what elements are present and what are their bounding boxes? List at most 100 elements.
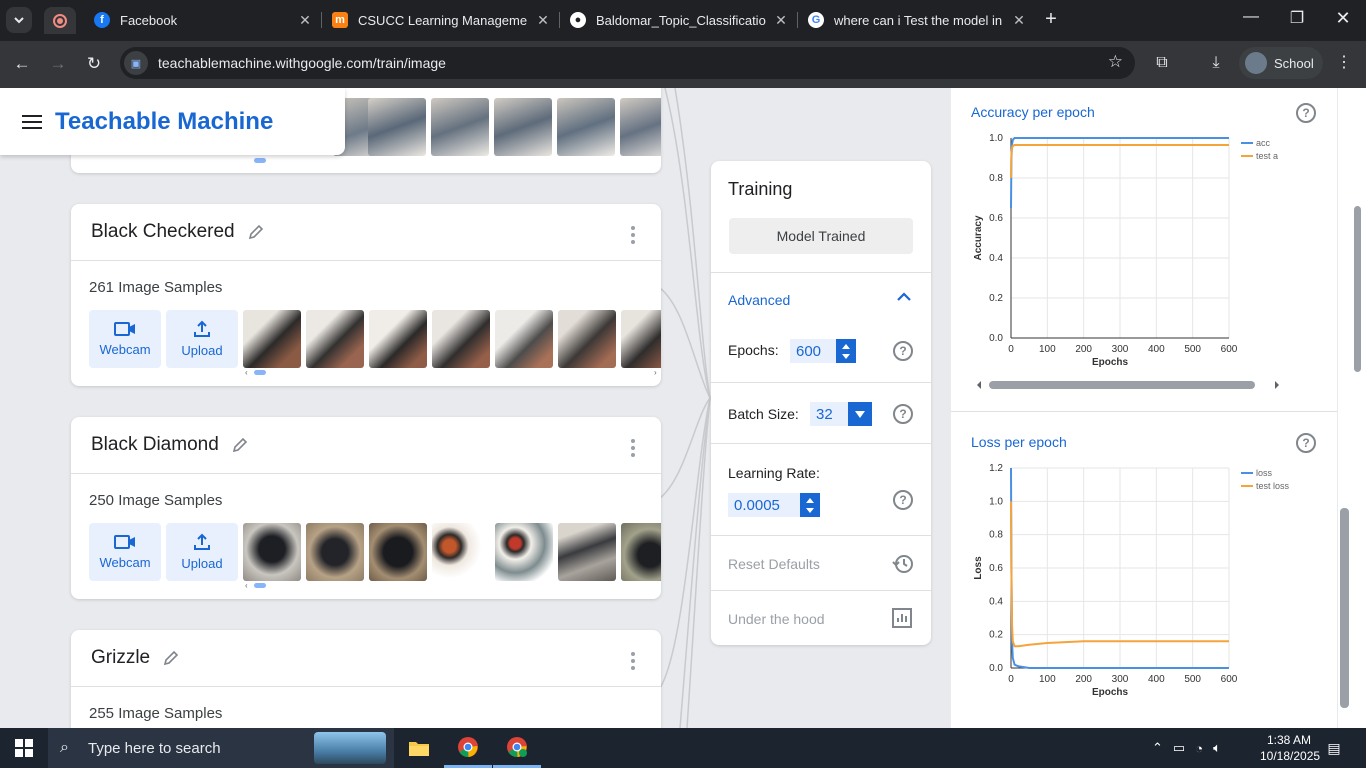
dropdown-arrow-icon[interactable] bbox=[848, 402, 872, 426]
page-scroll-thumb[interactable] bbox=[1340, 508, 1349, 708]
class-name[interactable]: Grizzle bbox=[91, 647, 150, 669]
clock[interactable]: 1:38 AM 10/18/2025 bbox=[1260, 732, 1320, 764]
profile-button[interactable]: School bbox=[1239, 47, 1323, 79]
sample-thumbnail[interactable] bbox=[431, 98, 489, 156]
close-icon[interactable]: ✕ bbox=[772, 12, 790, 29]
sample-thumbnail[interactable] bbox=[557, 98, 615, 156]
scroll-left-icon[interactable]: ‹ bbox=[245, 581, 248, 590]
address-bar[interactable]: ▣ teachablemachine.withgoogle.com/train/… bbox=[120, 47, 1135, 79]
restore-button[interactable]: ❐ bbox=[1274, 8, 1320, 32]
help-icon[interactable]: ? bbox=[893, 404, 913, 424]
volume-icon[interactable]: 🔈︎ bbox=[1213, 740, 1221, 756]
sample-thumbnail[interactable] bbox=[558, 310, 616, 368]
chrome-app[interactable] bbox=[444, 728, 492, 768]
chrome-profile-app[interactable] bbox=[493, 728, 541, 768]
thumbnail-scroll-indicator[interactable] bbox=[254, 370, 266, 375]
reload-button[interactable]: ↻ bbox=[82, 52, 106, 76]
batch-size-select[interactable]: 32 bbox=[810, 402, 848, 426]
tab-google[interactable]: G where can i Test the model in th ✕ bbox=[800, 6, 1028, 34]
history-icon[interactable] bbox=[892, 553, 914, 575]
chevron-up-icon[interactable] bbox=[896, 292, 912, 302]
under-the-hood-button[interactable]: Under the hood bbox=[728, 611, 825, 627]
start-button[interactable] bbox=[0, 728, 48, 768]
sample-thumbnail[interactable] bbox=[306, 523, 364, 581]
forward-button[interactable]: → bbox=[46, 52, 70, 76]
webcam-button[interactable]: Webcam bbox=[89, 310, 161, 368]
recording-tab[interactable] bbox=[44, 7, 76, 34]
chart-horizontal-scrollbar[interactable] bbox=[977, 379, 1283, 391]
wifi-icon[interactable]: ◔ bbox=[1195, 741, 1203, 756]
help-icon[interactable]: ? bbox=[893, 341, 913, 361]
webcam-button[interactable]: Webcam bbox=[89, 523, 161, 581]
site-info-icon[interactable]: ▣ bbox=[124, 51, 148, 75]
upload-button[interactable]: Upload bbox=[166, 523, 238, 581]
close-window-button[interactable]: ✕ bbox=[1320, 8, 1366, 32]
sample-thumbnail[interactable] bbox=[306, 310, 364, 368]
sample-thumbnail[interactable] bbox=[621, 310, 661, 368]
file-explorer-app[interactable] bbox=[395, 728, 443, 768]
sample-thumbnail[interactable] bbox=[432, 310, 490, 368]
bar-chart-icon[interactable] bbox=[892, 608, 912, 628]
chevron-up-icon[interactable]: ⌃ bbox=[1152, 740, 1163, 756]
panel-scroll-thumb[interactable] bbox=[1354, 206, 1361, 372]
sample-thumbnail[interactable] bbox=[558, 523, 616, 581]
page-scrollbar[interactable] bbox=[1338, 88, 1366, 728]
epochs-input[interactable]: 600 bbox=[790, 339, 836, 363]
tab-csucc[interactable]: m CSUCC Learning Management S ✕ bbox=[324, 6, 552, 34]
close-icon[interactable]: ✕ bbox=[296, 12, 314, 29]
sample-thumbnail[interactable] bbox=[369, 523, 427, 581]
minimize-button[interactable]: — bbox=[1228, 8, 1274, 32]
thumbnail-scroll-indicator[interactable] bbox=[254, 158, 266, 163]
taskbar-search[interactable]: ⌕ Type here to search bbox=[48, 728, 394, 768]
sample-thumbnail[interactable] bbox=[621, 523, 661, 581]
sample-thumbnail[interactable] bbox=[368, 98, 426, 156]
y-axis-label: Loss bbox=[973, 556, 984, 580]
menu-kebab-icon[interactable]: ⋮ bbox=[1332, 51, 1356, 75]
class-name[interactable]: Black Checkered bbox=[91, 221, 235, 243]
upload-button[interactable]: Upload bbox=[166, 310, 238, 368]
class-name[interactable]: Black Diamond bbox=[91, 434, 219, 456]
hamburger-menu-icon[interactable] bbox=[22, 114, 42, 129]
learning-rate-stepper[interactable] bbox=[800, 493, 820, 517]
sample-thumbnail[interactable] bbox=[495, 310, 553, 368]
brand-title[interactable]: Teachable Machine bbox=[55, 108, 273, 136]
advanced-toggle[interactable]: Advanced bbox=[728, 292, 790, 308]
sample-thumbnail[interactable] bbox=[495, 523, 553, 581]
tab-github[interactable]: ● Baldomar_Topic_Classification_F ✕ bbox=[562, 6, 790, 34]
close-icon[interactable]: ✕ bbox=[534, 12, 552, 29]
scroll-left-icon[interactable]: ‹ bbox=[245, 368, 248, 377]
legend-label: acc bbox=[1256, 138, 1271, 148]
sample-thumbnail[interactable] bbox=[369, 310, 427, 368]
back-button[interactable]: ← bbox=[10, 52, 34, 76]
edit-pencil-icon[interactable] bbox=[231, 436, 249, 454]
sample-thumbnail[interactable] bbox=[432, 523, 490, 581]
sample-thumbnail[interactable] bbox=[243, 523, 301, 581]
tab-facebook[interactable]: f Facebook ✕ bbox=[86, 6, 314, 34]
edit-pencil-icon[interactable] bbox=[162, 649, 180, 667]
battery-icon[interactable]: ▭ bbox=[1173, 740, 1185, 756]
thumbnail-scroll-indicator[interactable] bbox=[254, 583, 266, 588]
class-options-icon[interactable] bbox=[631, 439, 635, 457]
close-icon[interactable]: ✕ bbox=[1010, 12, 1028, 29]
download-icon[interactable]: ⤓ bbox=[1204, 51, 1228, 75]
class-options-icon[interactable] bbox=[631, 652, 635, 670]
reset-defaults-button[interactable]: Reset Defaults bbox=[728, 556, 820, 572]
help-icon[interactable]: ? bbox=[1296, 433, 1316, 453]
bookmark-star-icon[interactable]: ☆ bbox=[1108, 52, 1123, 72]
learning-rate-input[interactable]: 0.0005 bbox=[728, 493, 800, 517]
scroll-right-icon[interactable]: › bbox=[654, 368, 657, 377]
edit-pencil-icon[interactable] bbox=[247, 223, 265, 241]
sample-thumbnail[interactable] bbox=[494, 98, 552, 156]
train-model-button[interactable]: Model Trained bbox=[729, 218, 913, 254]
new-tab-button[interactable]: + bbox=[1040, 9, 1062, 31]
help-icon[interactable]: ? bbox=[1296, 103, 1316, 123]
help-icon[interactable]: ? bbox=[893, 490, 913, 510]
sample-thumbnail[interactable] bbox=[620, 98, 661, 156]
epochs-stepper[interactable] bbox=[836, 339, 856, 363]
sample-thumbnail[interactable] bbox=[243, 310, 301, 368]
extensions-icon[interactable]: ⧉ bbox=[1150, 51, 1174, 75]
notification-icon[interactable]: ▤ bbox=[1322, 736, 1346, 760]
class-options-icon[interactable] bbox=[631, 226, 635, 244]
accuracy-title: Accuracy per epoch bbox=[971, 104, 1095, 120]
tab-search-button[interactable] bbox=[6, 7, 32, 33]
